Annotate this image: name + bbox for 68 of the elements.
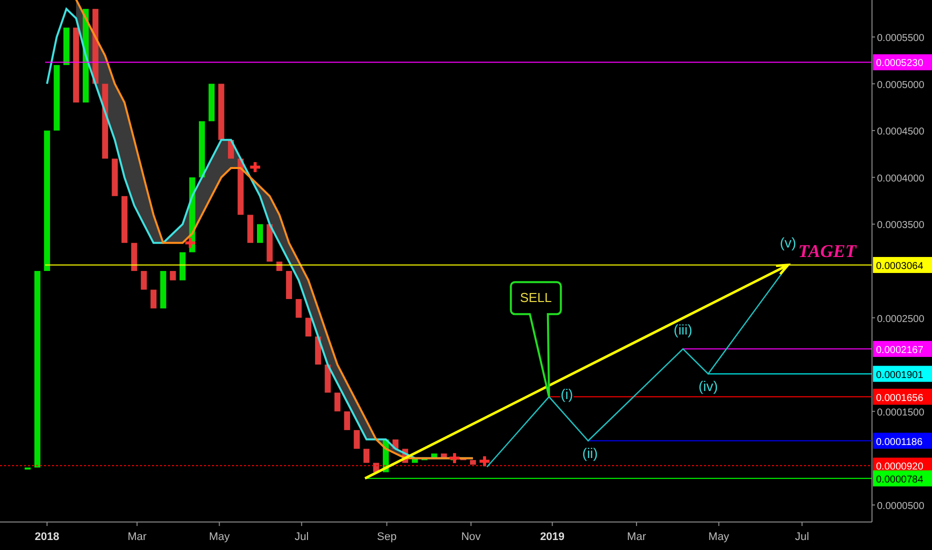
price-candle [354,430,360,449]
price-label: 0.0001656 [873,388,932,405]
price-candle [440,453,447,458]
axis-tick-label: 0.0002500 [877,314,924,325]
axis-tick-label: 2018 [34,531,60,543]
axis-tick-label: Nov [461,531,481,543]
axis-tick-label: 0.0000500 [877,500,924,512]
price-candle [63,28,70,66]
price-candle [344,411,350,430]
price-candle [218,84,224,140]
price-candle [198,121,205,178]
price-candle [54,65,60,131]
price-candle [460,458,466,460]
price-candle [160,270,166,308]
wave-label: (v) [780,234,796,251]
price-candle [131,242,138,271]
axis-tick-label: Mar [128,531,147,543]
axis-tick-label: 2019 [540,531,565,543]
axis-tick-label: 0.0004000 [877,173,924,184]
price-candle [140,270,147,290]
price-label: 0.0001186 [873,432,932,449]
price-label: 0.0003064 [873,256,932,273]
price-candle [208,84,215,122]
cross-marker-icon [478,454,492,468]
axis-tick-label: 0.0005000 [877,80,924,91]
price-label: 0.0005230 [873,54,932,70]
axis-tick-label: 0.0005500 [877,32,924,44]
price-candle [422,458,428,460]
price-candle [450,458,457,460]
sell-callout: SELL [510,281,562,398]
price-label: 0.0001901 [873,366,932,382]
cross-marker-icon [448,452,462,465]
price-candle [24,468,31,470]
price-candle [170,270,176,280]
axis-tick-label: Jul [795,531,810,543]
wave-label: (iii) [674,322,692,338]
axis-tick-label: May [708,531,730,543]
price-candle [238,158,244,215]
price-candle [412,458,418,463]
price-candle [324,364,331,393]
price-candle [180,252,186,280]
axis-tick-label: Sep [377,531,397,543]
price-candle [266,224,273,262]
price-candle [121,196,128,243]
price-candle [305,318,312,336]
axis-tick-label: 0.0001500 [877,407,924,418]
price-candle [296,299,302,318]
target-label: TAGET [798,240,856,261]
price-candle [112,158,118,196]
wave-label: (ii) [582,445,598,462]
axis-tick-label: May [208,531,230,543]
price-candle [286,270,292,300]
axis-tick-label: 0.0003500 [877,220,924,232]
price-candle [363,448,370,463]
cross-marker-icon [248,160,262,174]
axis-tick-label: 0.0004500 [877,126,924,138]
price-candle [470,460,476,465]
cross-marker-icon [184,236,197,250]
price-candle [431,453,438,458]
axis-tick-label: Jul [294,531,309,543]
price-label: 0.0002167 [873,340,932,357]
axis-tick-label: Mar [627,531,646,543]
price-candle [247,214,254,243]
wave-label: (iv) [698,378,718,394]
price-candle [150,290,157,308]
price-label: 0.0000784 [873,470,932,486]
price-candle [334,392,340,412]
price-candle [257,224,263,243]
